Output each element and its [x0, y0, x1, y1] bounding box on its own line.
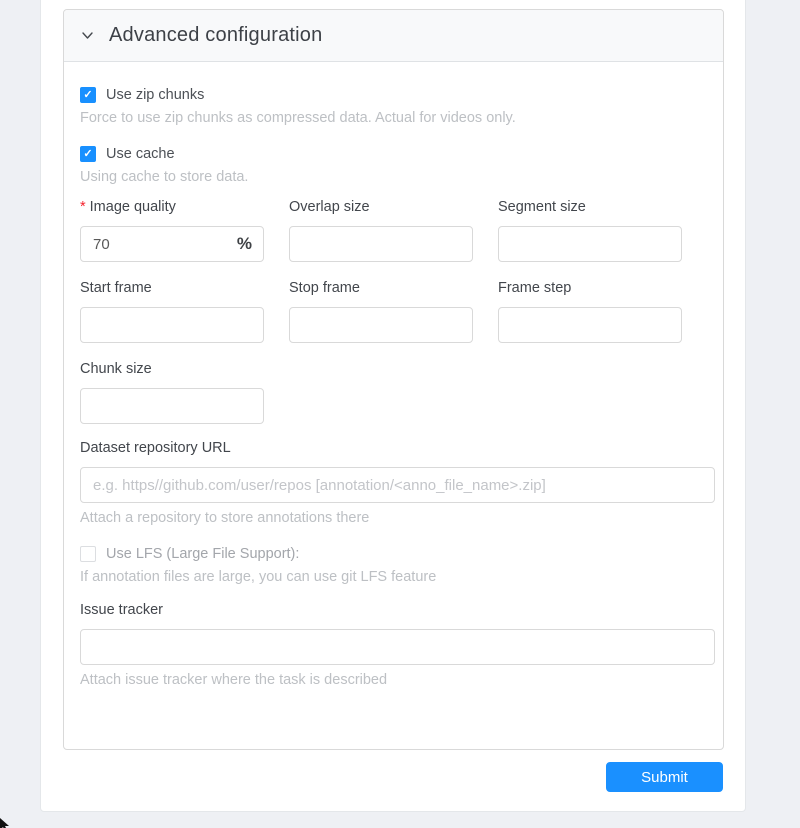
start-frame-field: Start frame — [80, 280, 264, 343]
frame-step-label: Frame step — [498, 280, 682, 300]
start-frame-input[interactable] — [80, 307, 264, 343]
advanced-configuration-header[interactable]: Advanced configuration — [64, 10, 723, 62]
stop-frame-label: Stop frame — [289, 280, 473, 300]
segment-size-label: Segment size — [498, 199, 682, 219]
use-cache-help: Using cache to store data. — [80, 169, 707, 185]
issue-tracker-input[interactable] — [80, 629, 715, 665]
use-lfs-label[interactable]: Use LFS (Large File Support): — [106, 546, 299, 562]
percent-suffix: % — [237, 234, 252, 254]
zip-chunks-help: Force to use zip chunks as compressed da… — [80, 110, 707, 126]
image-quality-label: *Image quality — [80, 199, 264, 219]
use-lfs-help: If annotation files are large, you can u… — [80, 569, 707, 585]
zip-chunks-checkbox[interactable]: ✓ — [80, 87, 96, 103]
segment-size-field: Segment size — [498, 199, 682, 262]
image-quality-field: *Image quality % — [80, 199, 264, 262]
use-cache-item: ✓ Use cache Using cache to store data. — [80, 146, 707, 185]
chunk-size-label: Chunk size — [80, 361, 264, 381]
checkmark-icon: ✓ — [83, 149, 92, 160]
dataset-repository-help: Attach a repository to store annotations… — [80, 510, 707, 526]
use-cache-checkbox[interactable]: ✓ — [80, 146, 96, 162]
dataset-repository-field: Dataset repository URL Attach a reposito… — [80, 440, 707, 526]
create-task-card: Advanced configuration ✓ Use zip chunks … — [40, 0, 746, 812]
advanced-configuration-panel: Advanced configuration ✓ Use zip chunks … — [63, 9, 724, 750]
use-lfs-checkbox[interactable] — [80, 546, 96, 562]
frame-step-field: Frame step — [498, 280, 682, 343]
required-asterisk: * — [80, 199, 86, 215]
zip-chunks-label[interactable]: Use zip chunks — [106, 87, 204, 103]
dataset-repository-label: Dataset repository URL — [80, 440, 707, 460]
segment-size-input[interactable] — [498, 226, 682, 262]
issue-tracker-help: Attach issue tracker where the task is d… — [80, 672, 707, 688]
overlap-size-label: Overlap size — [289, 199, 473, 219]
mouse-cursor-icon — [0, 817, 13, 828]
chevron-down-icon — [81, 29, 94, 42]
dataset-repository-input[interactable] — [80, 467, 715, 503]
numeric-fields-grid: *Image quality % Overlap size Segment si… — [80, 199, 707, 424]
use-cache-label[interactable]: Use cache — [106, 146, 175, 162]
panel-body: ✓ Use zip chunks Force to use zip chunks… — [64, 62, 723, 688]
overlap-size-field: Overlap size — [289, 199, 473, 262]
panel-title: Advanced configuration — [109, 24, 322, 47]
zip-chunks-item: ✓ Use zip chunks Force to use zip chunks… — [80, 87, 707, 126]
overlap-size-input[interactable] — [289, 226, 473, 262]
issue-tracker-label: Issue tracker — [80, 602, 707, 622]
submit-button[interactable]: Submit — [606, 762, 723, 792]
stop-frame-field: Stop frame — [289, 280, 473, 343]
use-lfs-item: Use LFS (Large File Support): If annotat… — [80, 546, 707, 585]
checkmark-icon: ✓ — [83, 90, 92, 101]
frame-step-input[interactable] — [498, 307, 682, 343]
start-frame-label: Start frame — [80, 280, 264, 300]
chunk-size-input[interactable] — [80, 388, 264, 424]
stop-frame-input[interactable] — [289, 307, 473, 343]
chunk-size-field: Chunk size — [80, 361, 264, 424]
issue-tracker-field: Issue tracker Attach issue tracker where… — [80, 602, 707, 688]
